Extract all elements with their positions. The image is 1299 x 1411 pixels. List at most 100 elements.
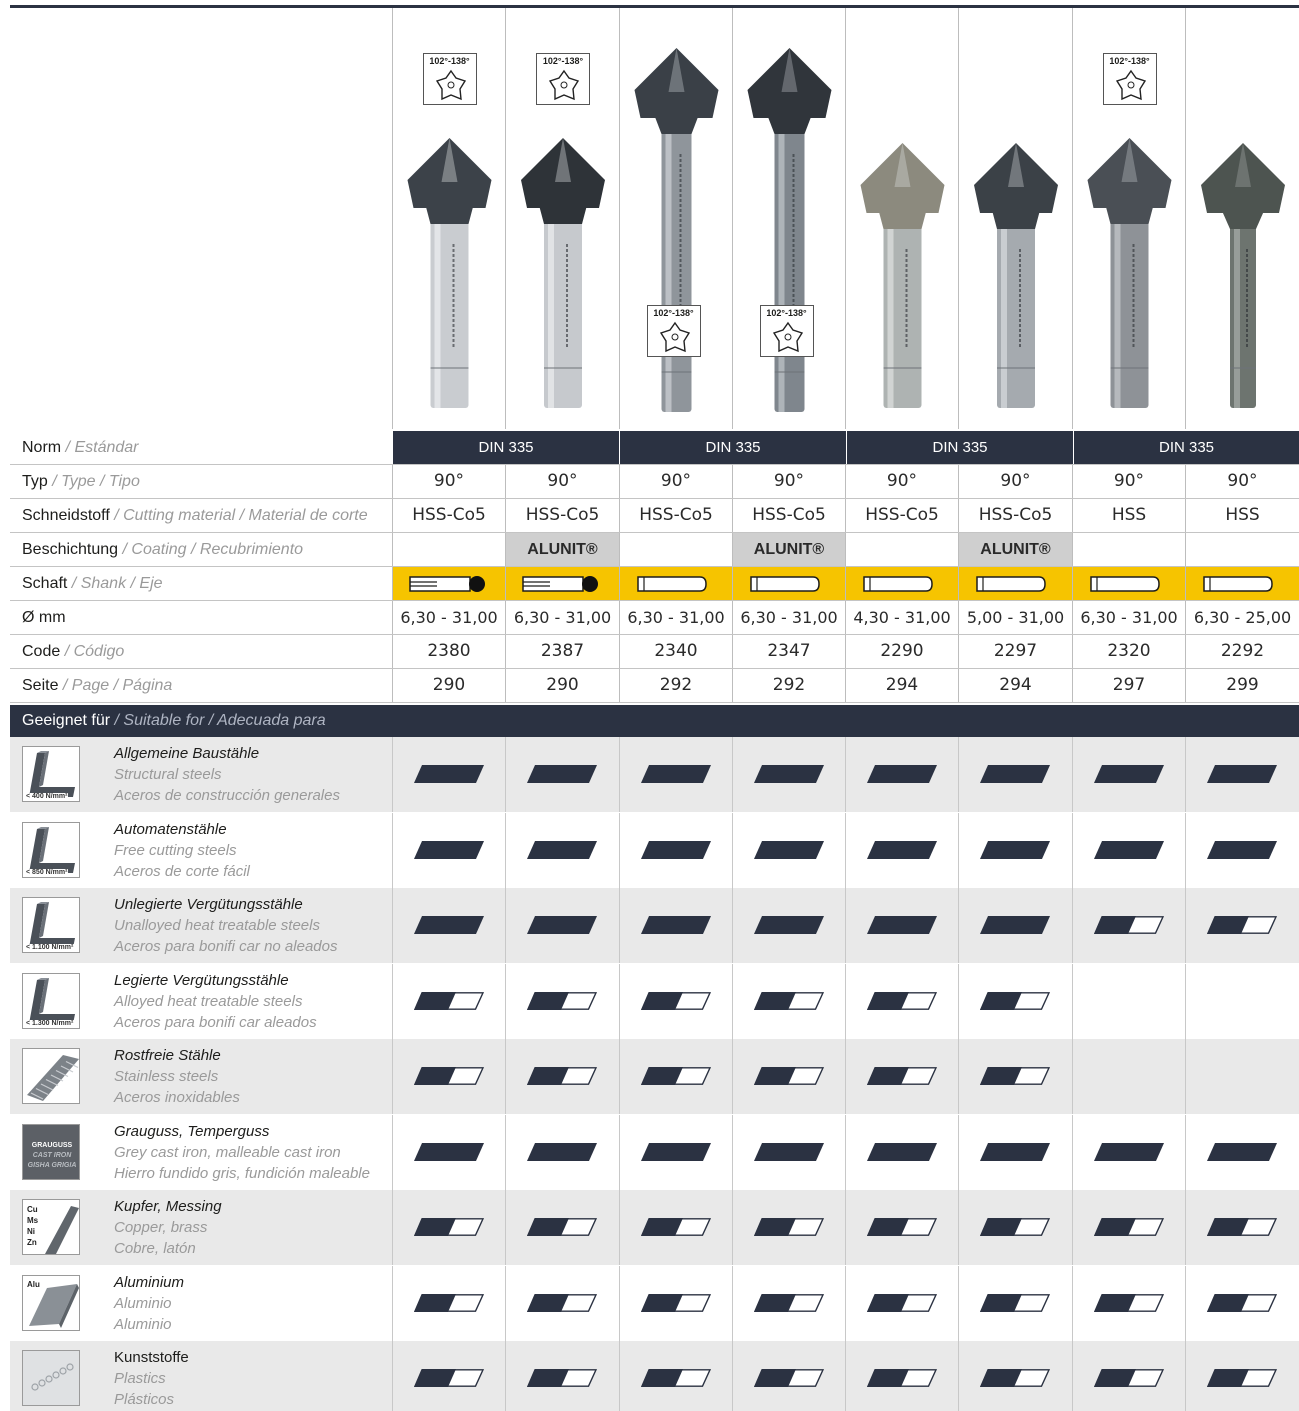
type-cell: 90° bbox=[619, 465, 732, 498]
partial-suitability-mark bbox=[1207, 1293, 1277, 1312]
full-suitability-mark bbox=[753, 916, 824, 934]
column-divider bbox=[845, 1265, 846, 1341]
code-cell: 2320 bbox=[1072, 635, 1185, 668]
column-divider bbox=[732, 737, 733, 812]
partial-suitability-mark bbox=[640, 1067, 711, 1085]
countersink-image bbox=[845, 8, 958, 429]
svg-text:CAST IRON: CAST IRON bbox=[33, 1152, 72, 1159]
material-cell: HSS-Co5 bbox=[619, 499, 732, 532]
partial-suitability-mark bbox=[1207, 1218, 1277, 1236]
cylindrical-shank-icon bbox=[1185, 567, 1299, 600]
material-name-en: Grey cast iron, malleable cast iron bbox=[114, 1143, 341, 1161]
column-divider bbox=[958, 963, 959, 1039]
stainless-plate-icon bbox=[22, 1048, 80, 1104]
material-name-es: Aceros para bonifi car aleados bbox=[114, 1013, 317, 1031]
diameter-label: Ø mm bbox=[22, 609, 66, 626]
page-cell: 292 bbox=[732, 669, 845, 702]
material-cell: HSS-Co5 bbox=[732, 499, 845, 532]
material-name-en: Copper, brass bbox=[114, 1219, 208, 1236]
coating-cell: ALUNIT® bbox=[958, 533, 1072, 566]
material-name-en: Free cutting steels bbox=[114, 841, 237, 859]
partial-suitability-mark bbox=[980, 991, 1050, 1010]
coating-cell bbox=[1072, 533, 1185, 566]
angle-range-label: 102°-138° bbox=[1109, 56, 1150, 66]
material-name-de: Allgemeine Baustähle bbox=[114, 745, 260, 762]
partial-suitability-mark bbox=[413, 1218, 484, 1236]
material-name-en: Aluminio bbox=[114, 1294, 172, 1312]
column-divider bbox=[958, 1190, 959, 1265]
column-divider bbox=[732, 1114, 733, 1190]
svg-text:Zn: Zn bbox=[27, 1238, 37, 1247]
row-code: Code / Código 2380 2387 2340 2347 2290 2297 23… bbox=[10, 635, 1299, 669]
cylindrical-shank-icon bbox=[958, 567, 1072, 600]
full-suitability-mark bbox=[640, 765, 711, 783]
column-divider bbox=[732, 812, 733, 888]
column-divider bbox=[732, 1265, 733, 1341]
partial-suitability-mark bbox=[640, 1369, 711, 1387]
type-cell: 90° bbox=[958, 465, 1072, 498]
countersink-image: 102°-138° bbox=[1072, 8, 1185, 429]
column-divider bbox=[392, 1039, 393, 1114]
material-name-de: Aluminium bbox=[114, 1273, 185, 1291]
material-cell: HSS bbox=[1072, 499, 1185, 532]
full-suitability-mark bbox=[640, 916, 711, 934]
column-divider bbox=[619, 1114, 620, 1190]
full-suitability-mark bbox=[640, 1142, 711, 1161]
column-divider bbox=[392, 812, 393, 888]
column-divider bbox=[845, 1341, 846, 1411]
full-suitability-mark bbox=[866, 765, 937, 783]
column-divider bbox=[732, 1190, 733, 1265]
column-divider bbox=[1185, 1039, 1186, 1114]
column-divider bbox=[619, 1039, 620, 1114]
partial-suitability-mark bbox=[753, 991, 824, 1010]
steel-profile-icon: < 400 N/mm² bbox=[22, 746, 80, 802]
coating-cell bbox=[619, 533, 732, 566]
full-suitability-mark bbox=[866, 1142, 937, 1161]
full-suitability-mark bbox=[980, 1142, 1050, 1161]
column-divider bbox=[505, 812, 506, 888]
partial-suitability-mark bbox=[866, 1293, 937, 1312]
shank-label: Schaft / Shank / Eje bbox=[22, 575, 163, 592]
partial-suitability-mark bbox=[527, 1369, 597, 1387]
angle-range-label: 102°-138° bbox=[766, 308, 807, 318]
material-names: Kunststoffe Plastics Plásticos bbox=[114, 1347, 189, 1410]
column-divider bbox=[845, 812, 846, 888]
partial-suitability-mark bbox=[980, 1067, 1050, 1085]
angle-range-icon: 102°-138° bbox=[536, 53, 590, 105]
type-label: Typ / Type / Tipo bbox=[22, 473, 140, 490]
code-label: Code / Código bbox=[22, 643, 125, 660]
column-divider bbox=[732, 963, 733, 1039]
type-cell: 90° bbox=[845, 465, 958, 498]
column-divider bbox=[505, 737, 506, 812]
column-divider bbox=[505, 1265, 506, 1341]
svg-text:Cu: Cu bbox=[27, 1205, 38, 1214]
strength-tag: < 400 N/mm² bbox=[25, 793, 69, 800]
column-divider bbox=[619, 812, 620, 888]
svg-text:Ni: Ni bbox=[27, 1227, 35, 1236]
page-cell: 290 bbox=[392, 669, 505, 702]
row-material: Schneidstoff / Cutting material / Materi… bbox=[10, 499, 1299, 533]
column-divider bbox=[392, 1341, 393, 1411]
row-type: Typ / Type / Tipo 90° 90° 90° 90° 90° 90° 90° 9… bbox=[10, 465, 1299, 499]
column-divider bbox=[732, 1039, 733, 1114]
column-divider bbox=[1072, 1190, 1073, 1265]
material-row: < 1.300 N/mm² Legierte Vergütungsstähle Al… bbox=[10, 963, 1299, 1039]
coating-cell bbox=[1185, 533, 1299, 566]
full-suitability-mark bbox=[640, 840, 711, 859]
column-divider bbox=[619, 1341, 620, 1411]
svg-text:GISHA GRIGIA: GISHA GRIGIA bbox=[28, 1162, 77, 1169]
norm-group: DIN 335 bbox=[846, 431, 1073, 464]
column-divider bbox=[845, 1039, 846, 1114]
angle-range-icon: 102°-138° bbox=[1102, 53, 1157, 105]
column-divider bbox=[505, 1190, 506, 1265]
full-suitability-mark bbox=[527, 1142, 597, 1161]
partial-suitability-mark bbox=[640, 1218, 711, 1236]
norm-group: DIN 335 bbox=[619, 431, 846, 464]
column-divider bbox=[1185, 1341, 1186, 1411]
material-name-en: Alloyed heat treatable steels bbox=[114, 992, 303, 1010]
cylindrical-shank-icon bbox=[732, 567, 845, 600]
material-name-en: Structural steels bbox=[114, 766, 222, 783]
partial-suitability-mark bbox=[753, 1218, 824, 1236]
full-suitability-mark bbox=[527, 916, 597, 934]
column-divider bbox=[732, 888, 733, 963]
